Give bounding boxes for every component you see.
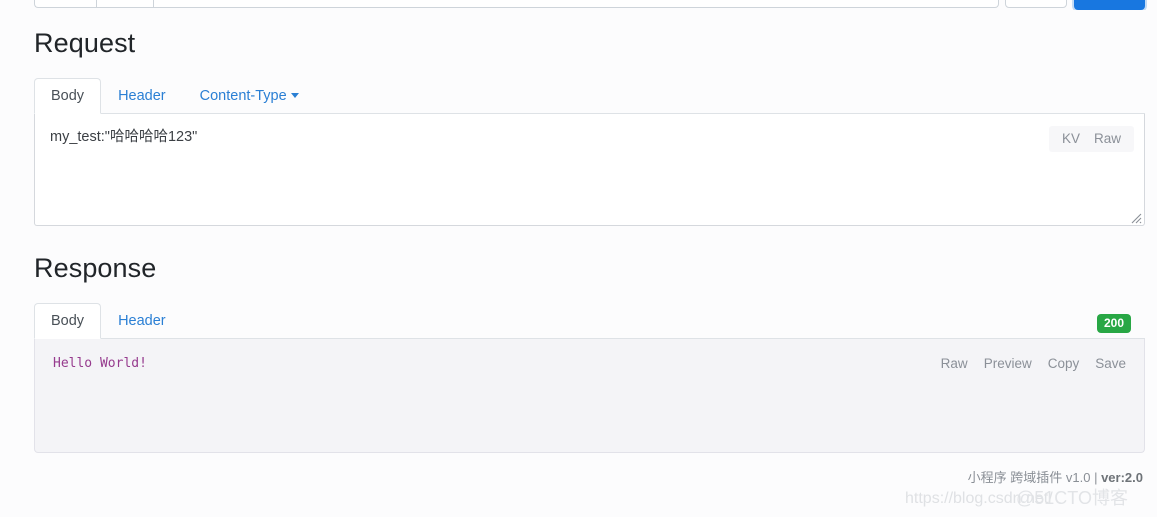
response-tab-header-label: Header <box>118 313 166 329</box>
response-copy-button[interactable]: Copy <box>1040 355 1088 373</box>
request-body-value: my_test:"哈哈哈哈123" <box>50 129 198 145</box>
request-tab-body[interactable]: Body <box>34 78 102 114</box>
response-save-button[interactable]: Save <box>1087 355 1134 373</box>
request-section-title: Request <box>34 28 136 58</box>
protocol-select[interactable] <box>96 0 154 8</box>
request-body-textarea[interactable]: my_test:"哈哈哈哈123" KV Raw <box>34 114 1145 226</box>
watermark-csdn: https://blog.csdn.net/ <box>905 490 1053 507</box>
method-select[interactable] <box>34 0 96 8</box>
send-button[interactable] <box>1074 0 1145 10</box>
chevron-down-icon <box>290 93 299 98</box>
request-tabs: Body Header Content-Type <box>34 78 1145 114</box>
response-tab-body[interactable]: Body <box>34 303 102 339</box>
request-url-bar[interactable] <box>0 0 1157 10</box>
footer-product-label: 小程序 跨域插件 v1.0 | <box>967 470 1102 485</box>
request-tab-header-label: Header <box>118 88 166 104</box>
response-preview-button[interactable]: Preview <box>976 355 1040 373</box>
response-tabs: Body Header <box>34 303 1145 339</box>
extra-select[interactable] <box>1005 0 1067 8</box>
request-view-toggle: KV Raw <box>1048 126 1134 152</box>
textarea-resize-handle[interactable] <box>1128 210 1142 224</box>
watermark-51cto: @51CTO博客 <box>1016 488 1128 508</box>
response-body-value: Hello World! <box>53 356 147 371</box>
response-body-panel: Hello World! Raw Preview Copy Save <box>34 339 1145 453</box>
request-tab-content-type-label: Content-Type <box>199 88 287 104</box>
footer-version-text: 小程序 跨域插件 v1.0 | ver:2.0 <box>968 469 1143 486</box>
response-raw-button[interactable]: Raw <box>933 355 976 373</box>
request-tab-body-label: Body <box>51 88 85 104</box>
request-view-kv-button[interactable]: KV <box>1055 131 1087 147</box>
status-badge: 200 <box>1097 314 1132 333</box>
response-tab-header[interactable]: Header <box>101 303 183 339</box>
footer-version-label: ver:2.0 <box>1101 470 1143 485</box>
request-tab-header[interactable]: Header <box>101 78 183 114</box>
response-action-bar: Raw Preview Copy Save <box>933 355 1134 373</box>
url-input[interactable] <box>154 0 999 8</box>
response-tab-body-label: Body <box>51 313 85 329</box>
response-section-title: Response <box>34 253 157 283</box>
request-tab-content-type[interactable]: Content-Type <box>183 78 316 114</box>
request-view-raw-button[interactable]: Raw <box>1087 131 1128 147</box>
